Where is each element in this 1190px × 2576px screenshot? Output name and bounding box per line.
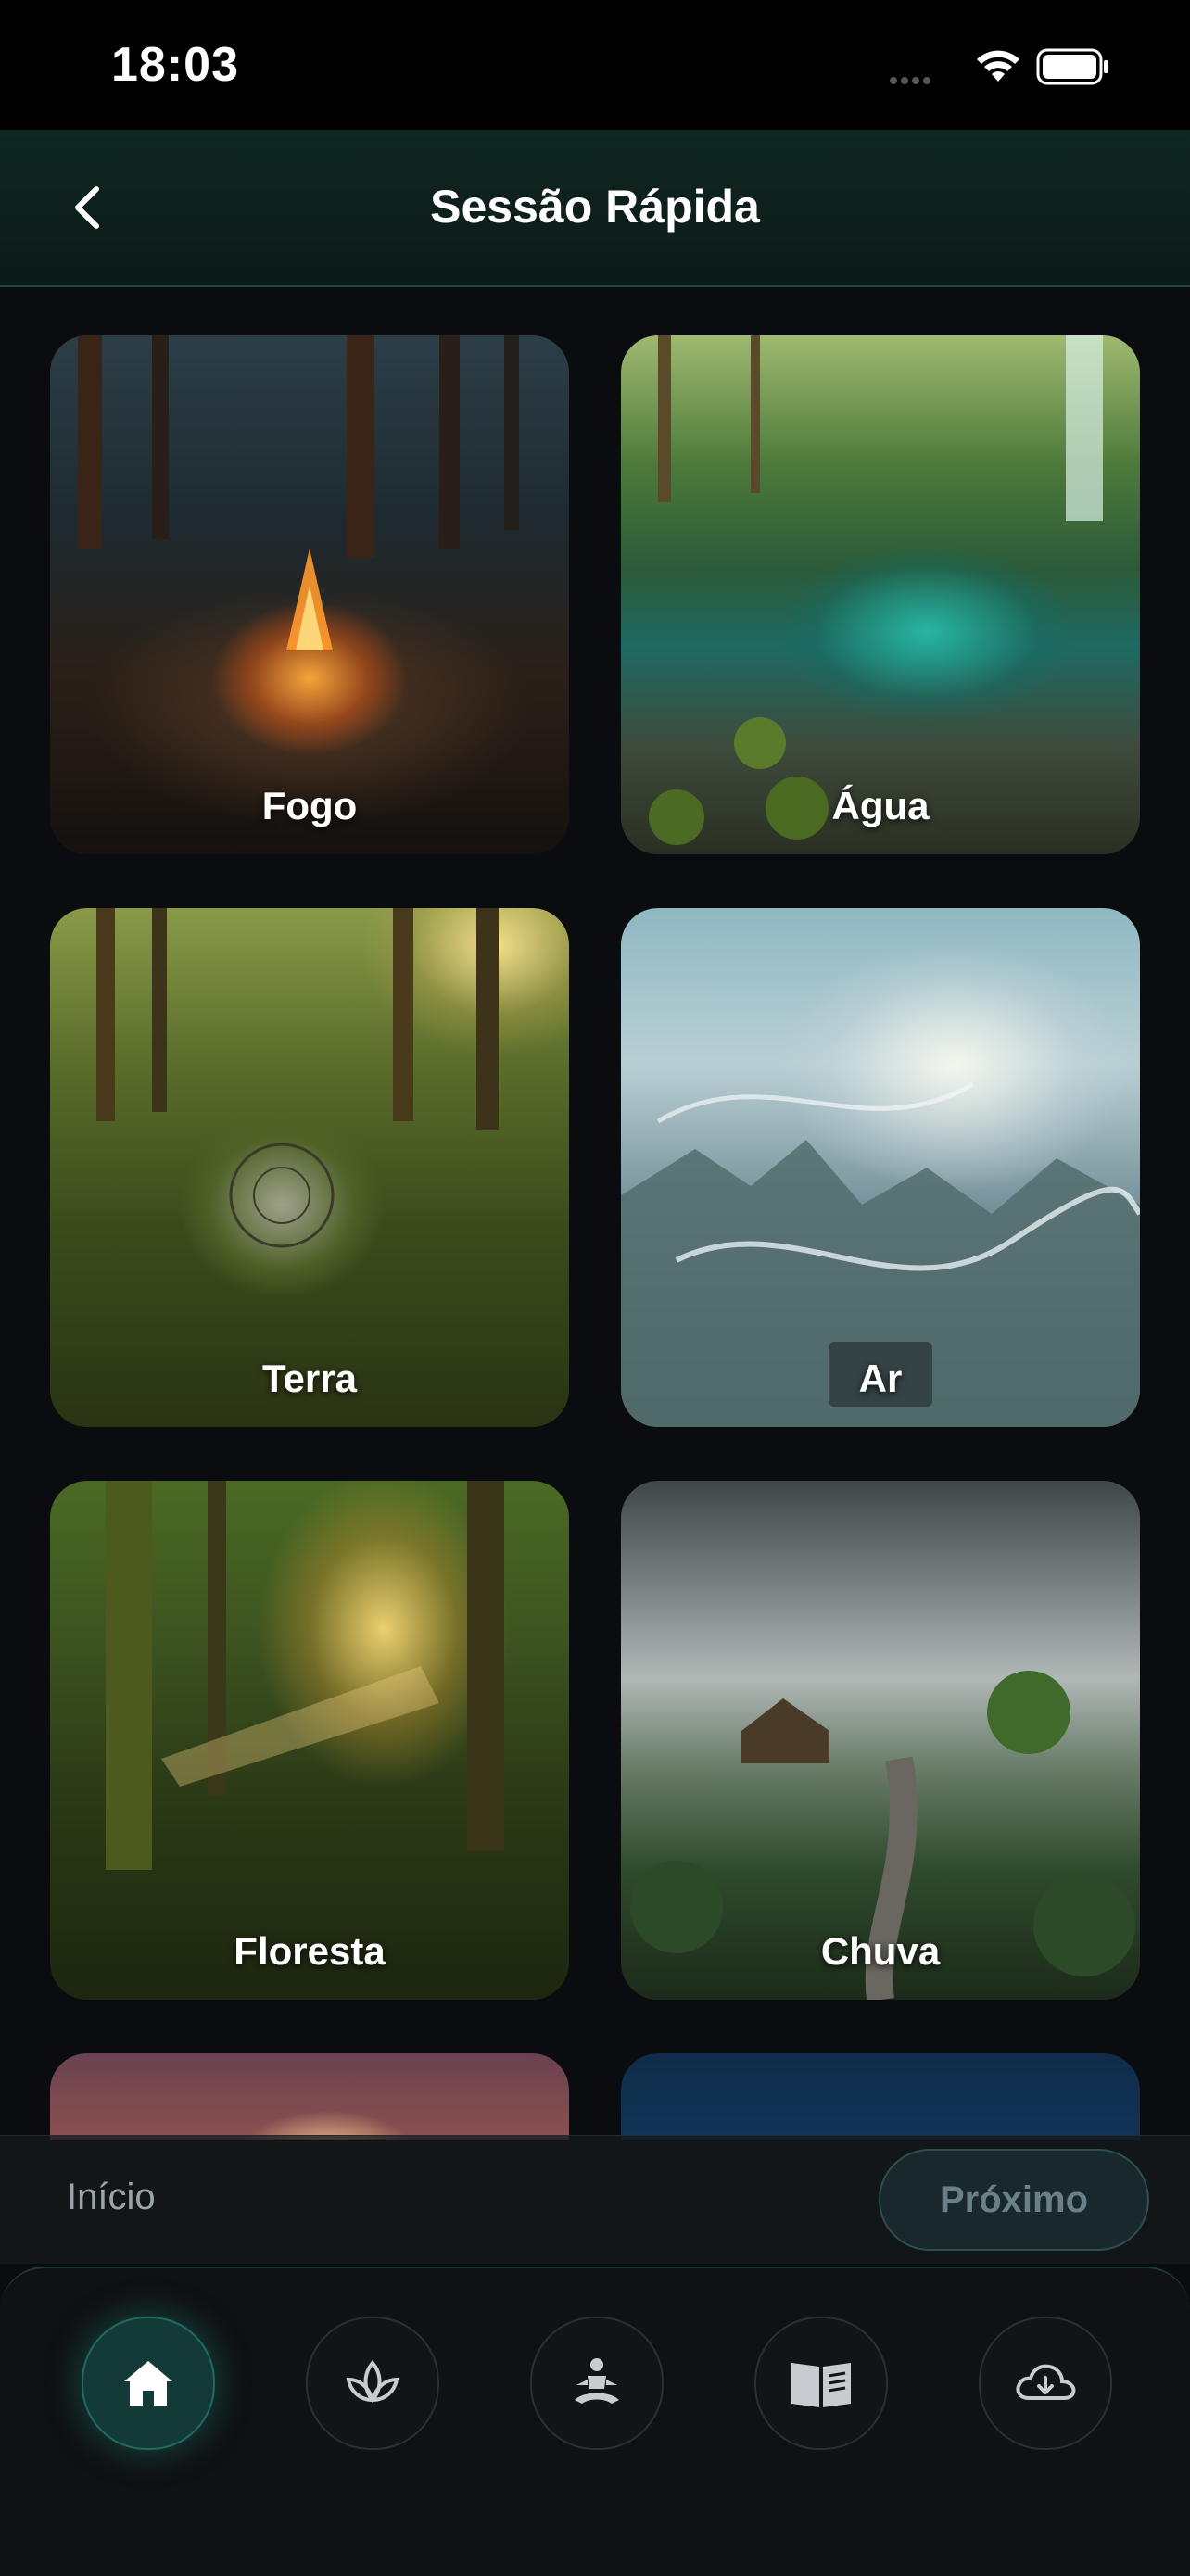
- forest-details: [106, 1481, 504, 1870]
- nav-lotus[interactable]: [306, 2317, 439, 2450]
- card-label: Ar: [858, 1357, 903, 1400]
- signal-icon: [890, 72, 934, 89]
- status-icons: [890, 44, 1112, 89]
- status-bar: 18:03: [0, 0, 1190, 130]
- card-label: Água: [831, 784, 930, 827]
- nav-home[interactable]: [82, 2317, 215, 2450]
- sunset-image: [50, 2053, 569, 2140]
- header: Sessão Rápida: [0, 130, 1190, 287]
- next-button[interactable]: Próximo: [879, 2149, 1149, 2251]
- sound-grid: Fogo Água Terra Ar Floresta Chuva: [0, 287, 1190, 2140]
- card-terra[interactable]: Terra: [50, 908, 569, 1427]
- card-label: Chuva: [820, 1929, 941, 1973]
- meditation-icon: [575, 2358, 619, 2404]
- bottom-nav: [0, 2267, 1190, 2576]
- card-ar[interactable]: Ar: [621, 908, 1140, 1427]
- status-time: 18:03: [111, 38, 239, 92]
- fire-trees: [78, 335, 519, 650]
- card-chuva[interactable]: Chuva: [621, 1481, 1140, 2000]
- card-label: Terra: [262, 1357, 357, 1400]
- page-title: Sessão Rápida: [430, 181, 760, 233]
- card-night[interactable]: [621, 2053, 1140, 2140]
- wizard-bar: Início Próximo: [0, 2135, 1190, 2264]
- nav-library[interactable]: [754, 2317, 888, 2450]
- card-label: Fogo: [261, 784, 358, 827]
- card-fogo[interactable]: Fogo: [50, 335, 569, 854]
- rain-details: [630, 1671, 1135, 2000]
- nav-meditation[interactable]: [530, 2317, 664, 2450]
- home-icon: [124, 2361, 172, 2406]
- book-icon: [791, 2363, 851, 2407]
- water-details: [649, 335, 1103, 845]
- earth-details: [96, 908, 499, 1248]
- nav-download[interactable]: [979, 2317, 1112, 2450]
- card-agua[interactable]: Água: [621, 335, 1140, 854]
- lotus-icon: [346, 2359, 399, 2404]
- card-floresta[interactable]: Floresta: [50, 1481, 569, 2000]
- card-label: Floresta: [234, 1929, 386, 1973]
- wifi-icon: [977, 50, 1019, 82]
- night-image: [621, 2053, 1140, 2140]
- cloud-download-icon: [1016, 2364, 1076, 2400]
- battery-icon: [1036, 48, 1108, 85]
- start-label: Início: [67, 2177, 156, 2217]
- card-sunset[interactable]: [50, 2053, 569, 2140]
